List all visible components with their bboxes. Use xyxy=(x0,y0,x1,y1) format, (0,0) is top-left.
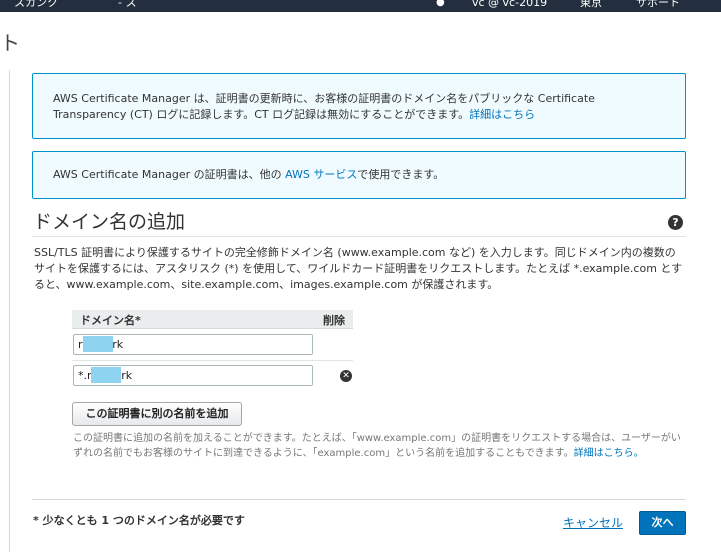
left-divider xyxy=(9,70,10,552)
next-button[interactable]: 次へ xyxy=(639,511,686,535)
add-another-name-button[interactable]: この証明書に別の名前を追加 xyxy=(72,402,242,426)
footer-divider xyxy=(32,499,686,500)
aws-services-link[interactable]: AWS サービス xyxy=(285,168,357,181)
ct-logging-info-box: AWS Certificate Manager は、証明書の更新時に、お客様の証… xyxy=(32,73,686,139)
nav-service-label[interactable]: スカンク xyxy=(14,0,58,10)
nav-region[interactable]: 東京 xyxy=(580,0,602,10)
aws-services-info-text: AWS Certificate Manager の証明書は、他の AWS サービ… xyxy=(53,167,667,183)
hint-learn-more-link[interactable]: 詳細はこちら。 xyxy=(574,448,644,459)
redaction-mask xyxy=(83,336,113,352)
domain-column-header: ドメイン名* xyxy=(80,314,141,327)
aws-services-text-before: AWS Certificate Manager の証明書は、他の xyxy=(53,168,286,181)
aws-services-text-after: で使用できます。 xyxy=(357,168,445,181)
question-circle-icon[interactable]: ? xyxy=(668,215,683,230)
nav-fragment: - ス xyxy=(118,0,137,9)
section-description: SSL/TLS 証明書により保護するサイトの完全修飾ドメイン名 (www.exa… xyxy=(34,246,683,291)
page-title: ト xyxy=(0,31,20,55)
section-title: ドメイン名の追加 xyxy=(33,211,186,233)
add-name-hint: この証明書に追加の名前を加えることができます。たとえば、「www.example… xyxy=(73,431,683,461)
remove-column-header: 削除 xyxy=(323,314,345,327)
aws-services-info-box: AWS Certificate Manager の証明書は、他の AWS サービ… xyxy=(32,151,686,199)
nav-account[interactable]: vc @ vc-2019 xyxy=(472,0,547,10)
ct-logging-learn-more-link[interactable]: 詳細はこちら xyxy=(469,108,535,121)
ct-logging-info-text: AWS Certificate Manager は、証明書の更新時に、お客様の証… xyxy=(53,91,667,123)
remove-circle-icon[interactable]: ✕ xyxy=(340,370,352,382)
row-divider xyxy=(72,360,353,361)
redaction-mask xyxy=(91,367,121,383)
top-nav-bar: スカンク - ス ● vc @ vc-2019 東京 サポート xyxy=(0,0,721,12)
bell-icon[interactable]: ● xyxy=(436,0,445,10)
domain-table-header: ドメイン名* 削除 xyxy=(72,310,353,329)
nav-support[interactable]: サポート xyxy=(636,0,680,10)
required-note: * 少なくとも 1 つのドメイン名が必要です xyxy=(33,514,245,527)
cancel-link[interactable]: キャンセル xyxy=(563,514,623,531)
section-divider xyxy=(32,236,686,237)
